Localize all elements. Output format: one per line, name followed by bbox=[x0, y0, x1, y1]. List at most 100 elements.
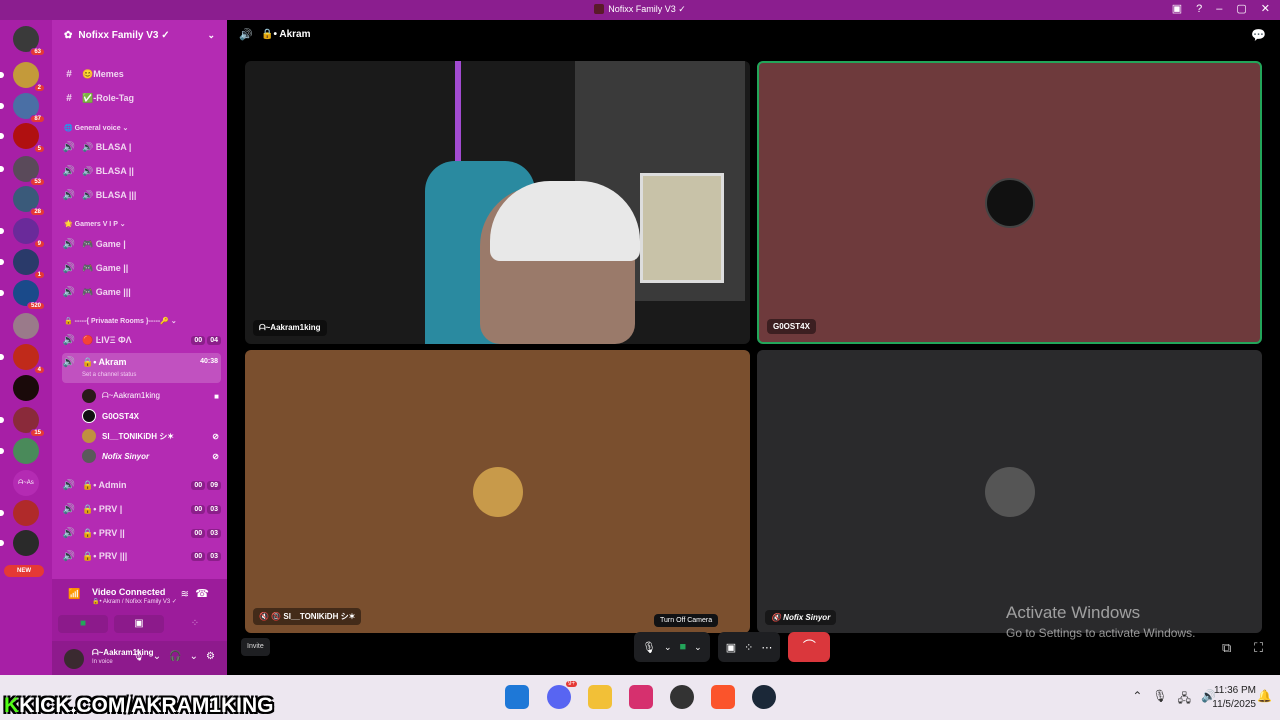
voice-member[interactable]: ᗩ~Aakram1king ■ bbox=[82, 387, 219, 405]
voice-channel-live[interactable]: 🔊 🔴 ĿIVΞ ФΛ 00 04 bbox=[62, 329, 221, 351]
instagram-icon[interactable] bbox=[629, 685, 653, 709]
more-options-icon[interactable]: ⋯ bbox=[761, 641, 772, 654]
avatar bbox=[82, 389, 96, 403]
notification-icon[interactable]: 🔔 bbox=[1257, 689, 1272, 703]
voice-channel[interactable]: 🔊 🔒• PRV || 00 03 bbox=[62, 522, 221, 544]
video-tile[interactable]: G0OST4X bbox=[757, 61, 1262, 344]
clock[interactable]: 11:36 PM 11/5/2025 bbox=[1212, 684, 1256, 712]
server-settings-icon: ✿ bbox=[64, 29, 73, 41]
microphone-icon[interactable]: 🎙 bbox=[1152, 689, 1167, 710]
voice-channel[interactable]: 🔊 🔊 BLASA | bbox=[62, 136, 221, 158]
avatar bbox=[984, 177, 1035, 228]
server-icon[interactable]: 2 bbox=[0, 62, 45, 92]
voice-channel[interactable]: 🔊 🔒• PRV ||| 00 03 bbox=[62, 545, 221, 567]
category-gamers-vip[interactable]: 🌟 Gamers V I P ⌄ bbox=[64, 220, 126, 228]
voice-channel[interactable]: 🔊 🔒• PRV | 00 03 bbox=[62, 498, 221, 520]
video-tile[interactable]: ᗩ~Aakram1king bbox=[245, 61, 750, 344]
chevron-down-icon[interactable]: ⌄ bbox=[153, 651, 161, 662]
call-header: 🔊 🔒• Akram 💬 bbox=[227, 20, 1280, 50]
chevron-up-icon[interactable]: ⌃ bbox=[1132, 689, 1142, 710]
channel-status[interactable]: Set a channel status bbox=[82, 372, 136, 378]
channel-memes[interactable]: # 😊Memes bbox=[62, 63, 221, 85]
voice-channel-akram[interactable]: 🔊 🔒• Akram 40:38 bbox=[62, 353, 221, 383]
screen-share-icon[interactable]: ▣ bbox=[726, 641, 736, 654]
video-tile[interactable]: 🔇 Nofix Sinyor bbox=[757, 350, 1262, 633]
hang-up-button[interactable]: ⌒ bbox=[788, 632, 831, 662]
activities-button[interactable]: ⁘ bbox=[170, 615, 220, 633]
server-icon[interactable]: 63 bbox=[13, 26, 45, 56]
obs-icon[interactable] bbox=[670, 685, 694, 709]
server-icon[interactable]: 1 bbox=[0, 249, 45, 279]
hash-icon: # bbox=[66, 68, 72, 80]
network-icon[interactable]: 🖧 bbox=[1178, 689, 1191, 710]
microphone-icon[interactable]: 🎙 bbox=[642, 641, 656, 654]
server-icon[interactable]: 9 bbox=[0, 218, 45, 248]
voice-channel[interactable]: 🔊 🎮 Game | bbox=[62, 233, 221, 255]
windows-start-icon[interactable] bbox=[505, 685, 529, 709]
help-icon[interactable]: ? bbox=[1196, 3, 1202, 15]
server-icon[interactable] bbox=[0, 500, 39, 526]
invite-button[interactable]: Invite bbox=[241, 638, 270, 656]
inbox-icon[interactable]: ▣ bbox=[1172, 2, 1182, 15]
minimize-button[interactable]: – bbox=[1216, 3, 1222, 15]
server-icon[interactable]: 520 bbox=[0, 280, 45, 310]
more-controls[interactable]: ▣ ⁘ ⋯ bbox=[717, 632, 781, 662]
server-icon[interactable]: 53 bbox=[0, 156, 45, 186]
server-icon[interactable]: 4 bbox=[0, 344, 45, 374]
voice-member[interactable]: G0OST4X bbox=[82, 407, 219, 425]
screen-share-icon: ▣ bbox=[134, 618, 144, 629]
speaker-icon: 🔊 bbox=[62, 141, 76, 153]
headphones-icon[interactable]: 🎧 bbox=[169, 651, 181, 662]
server-icon[interactable] bbox=[0, 438, 39, 464]
server-icon[interactable]: 15 bbox=[0, 407, 45, 437]
video-tile[interactable]: 🔇 📵 SI__TONIKiDH シ✶ bbox=[245, 350, 750, 633]
camera-icon[interactable]: ■ bbox=[680, 641, 687, 653]
server-icon[interactable] bbox=[13, 375, 39, 401]
voice-channel[interactable]: 🔊 🎮 Game || bbox=[62, 257, 221, 279]
avatar bbox=[984, 466, 1035, 517]
server-icon[interactable]: ᗩ~As bbox=[13, 470, 39, 496]
disconnect-icon[interactable]: ☎ bbox=[195, 587, 209, 600]
server-icon[interactable] bbox=[0, 530, 39, 556]
server-icon[interactable]: 87 bbox=[0, 93, 45, 123]
guild-header[interactable]: ✿ Nofixx Family V3 ✓ ⌄ bbox=[52, 20, 227, 50]
new-badge: NEW bbox=[4, 565, 44, 577]
maximize-button[interactable]: ▢ bbox=[1236, 2, 1246, 15]
avatar[interactable] bbox=[64, 649, 84, 669]
brave-browser-icon[interactable] bbox=[711, 685, 735, 709]
voice-member[interactable]: SI__TONIKiDH シ✶ ⊘ bbox=[82, 427, 219, 445]
channel-role-tag[interactable]: # ✅-Role-Tag bbox=[62, 87, 221, 109]
speaker-icon: 🔊 bbox=[62, 165, 76, 177]
chevron-down-icon[interactable]: ⌄ bbox=[694, 642, 702, 653]
voice-location[interactable]: 🔒• Akram / Nofixx Family V3 ✓ bbox=[92, 598, 177, 605]
chat-icon[interactable]: 💬 bbox=[1251, 28, 1266, 42]
gear-icon[interactable]: ⚙ bbox=[206, 651, 215, 662]
voice-member[interactable]: Nofix Sinyor ⊘ bbox=[82, 447, 219, 465]
voice-channel[interactable]: 🔊 🔊 BLASA ||| bbox=[62, 184, 221, 206]
chevron-down-icon[interactable]: ⌄ bbox=[190, 651, 198, 662]
close-button[interactable]: ✕ bbox=[1261, 2, 1270, 15]
fullscreen-icon[interactable]: ⛶ bbox=[1254, 640, 1263, 656]
steam-icon[interactable] bbox=[752, 685, 776, 709]
camera-button[interactable]: ■ bbox=[58, 615, 108, 633]
server-icon[interactable] bbox=[13, 313, 39, 339]
signal-icon[interactable]: 📶 bbox=[68, 589, 80, 600]
server-icon[interactable]: 5 bbox=[0, 123, 45, 153]
noise-suppression-icon[interactable]: ≋ bbox=[181, 589, 189, 600]
category-general-voice[interactable]: 🌐 General voice ⌄ bbox=[64, 124, 128, 132]
chevron-down-icon[interactable]: ⌄ bbox=[664, 642, 672, 653]
voice-channel[interactable]: 🔊 🔒• Admin 00 09 bbox=[62, 474, 221, 496]
server-rail: 63 2 87 5 53 28 9 1 520 4 15 ᗩ~As NEW bbox=[0, 20, 52, 675]
voice-channel[interactable]: 🔊 🔊 BLASA || bbox=[62, 160, 221, 182]
voice-connection-panel: 📶 Video Connected 🔒• Akram / Nofixx Fami… bbox=[52, 579, 227, 641]
pop-out-icon[interactable]: ⧉ bbox=[1222, 640, 1231, 656]
server-icon[interactable]: 28 bbox=[13, 186, 45, 216]
voice-channel[interactable]: 🔊 🎮 Game ||| bbox=[62, 281, 221, 303]
category-private-rooms[interactable]: 🔒 -----{ Privaate Rooms }-----🔑 ⌄ bbox=[64, 317, 177, 325]
mic-control[interactable]: 🎙 ⌄ ■ ⌄ bbox=[634, 632, 710, 662]
file-explorer-icon[interactable] bbox=[588, 685, 612, 709]
discord-icon[interactable]: 9+ bbox=[547, 681, 577, 709]
screen-share-button[interactable]: ▣ bbox=[114, 615, 164, 633]
activities-icon[interactable]: ⁘ bbox=[744, 641, 753, 654]
microphone-icon[interactable]: 🎙 bbox=[132, 651, 145, 662]
